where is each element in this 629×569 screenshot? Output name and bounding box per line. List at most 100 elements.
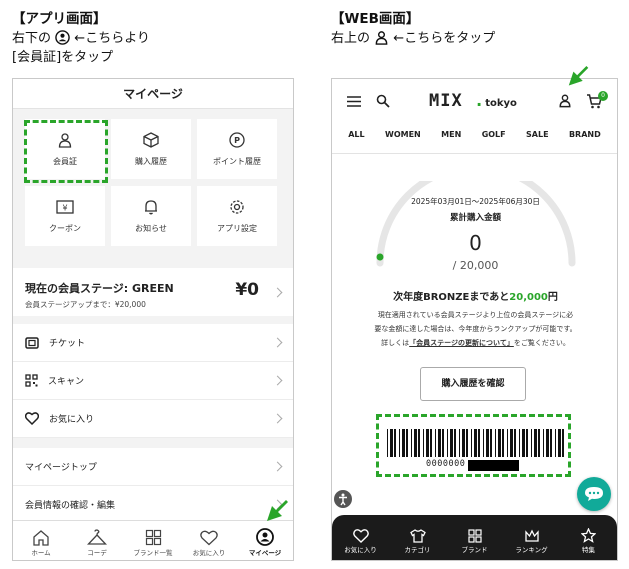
chevron-right-icon — [272, 375, 283, 386]
person-icon[interactable] — [558, 93, 572, 108]
chevron-right-icon — [272, 413, 283, 424]
chat-button[interactable] — [577, 477, 611, 511]
app-caption-post: ←こちらより — [74, 31, 150, 46]
cumulative-amount: 0 — [469, 231, 482, 255]
web-nav-ranking[interactable]: ランキング — [503, 515, 560, 560]
home-icon — [33, 530, 49, 546]
menu-list: チケット スキャン お気に入り — [13, 324, 293, 438]
web-nav-favorites[interactable]: お気に入り — [332, 515, 389, 560]
web-nav-label: ブランド — [461, 546, 488, 554]
qr-icon — [25, 374, 38, 387]
web-caption-post: ←こちらをタップ — [393, 31, 496, 46]
cumulative-label: 累計購入金額 — [449, 213, 501, 223]
tile-label: お知らせ — [135, 223, 167, 233]
chevron-right-icon — [272, 461, 283, 472]
svg-text:P: P — [234, 136, 240, 145]
chat-icon — [585, 487, 603, 501]
tile-purchase-history[interactable]: 購入履歴 — [111, 119, 191, 179]
tab-favorites[interactable]: お気に入り — [181, 521, 237, 560]
menu-item-label: 会員情報の確認・編集 — [25, 501, 116, 511]
tab-home[interactable]: ホーム — [13, 521, 69, 560]
web-nav-category[interactable]: カテゴリ — [389, 515, 446, 560]
app-caption-line2: [会員証]をタップ — [12, 50, 114, 65]
category-brand[interactable]: BRAND — [569, 130, 601, 139]
category-nav: ALL WOMEN MEN GOLF SALE BRAND — [332, 123, 617, 145]
crown-icon — [524, 529, 539, 542]
menu-item-label: マイページトップ — [25, 463, 97, 473]
stage-update-link[interactable]: 「会員ステージの更新について」 — [409, 339, 514, 347]
web-nav-feature[interactable]: 特集 — [560, 515, 617, 560]
search-icon[interactable] — [376, 94, 390, 108]
category-women[interactable]: WOMEN — [385, 130, 421, 139]
arrow-icon — [267, 500, 288, 521]
web-screen: MIX .tokyo 0 ALL WOMEN MEN GOLF SALE BRA… — [331, 78, 618, 561]
next-stage-pre: 次年度BRONZEまであと — [393, 292, 510, 303]
web-nav-label: カテゴリ — [404, 546, 431, 554]
menu-item-label: お気に入り — [49, 415, 95, 425]
category-all[interactable]: ALL — [348, 130, 364, 139]
heart-icon — [352, 529, 369, 543]
heart-icon — [200, 530, 218, 546]
heart-icon — [25, 412, 39, 425]
period-text: 2025年03月01日〜2025年06月30日 — [411, 197, 540, 206]
goal-amount: / 20,000 — [452, 259, 499, 272]
tab-coordinate[interactable]: コーデ — [69, 521, 125, 560]
progress-gauge — [376, 181, 576, 267]
logo-dot-icon: . — [462, 91, 486, 111]
menu-item-mypage-top[interactable]: マイページトップ — [13, 448, 293, 486]
tile-coupon[interactable]: ¥ クーポン — [25, 186, 105, 246]
info-pre: 詳しくは — [381, 339, 410, 347]
next-stage-post: 円 — [547, 292, 558, 303]
app-caption-head: 【アプリ画面】 — [12, 11, 107, 27]
menu-item-member-info[interactable]: 会員情報の確認・編集 — [13, 486, 293, 524]
hanger-icon — [87, 529, 107, 545]
account-icon — [55, 30, 70, 45]
divider — [332, 153, 617, 154]
web-nav-label: 特集 — [582, 546, 595, 554]
accessibility-icon[interactable] — [334, 490, 352, 508]
chevron-right-icon — [272, 337, 283, 348]
highlight-barcode — [376, 414, 571, 477]
tab-brand-list[interactable]: ブランド一覧 — [125, 521, 181, 560]
tab-label: ホーム — [31, 549, 51, 557]
cart-count-badge: 0 — [598, 91, 608, 101]
tile-label: アプリ設定 — [217, 223, 257, 233]
web-bottom-nav: お気に入り カテゴリ ブランド ランキング 特集 — [332, 515, 617, 560]
member-stage-card[interactable]: 現在の会員ステージ: GREEN 会員ステージアップまで：¥20,000 ¥0 — [13, 268, 293, 316]
tile-label: クーポン — [49, 223, 81, 233]
category-golf[interactable]: GOLF — [482, 130, 506, 139]
page-title: マイページ — [13, 79, 293, 109]
tile-notice[interactable]: お知らせ — [111, 186, 191, 246]
tab-label: お気に入り — [192, 549, 226, 557]
tile-app-settings[interactable]: アプリ設定 — [197, 186, 277, 246]
logo[interactable]: MIX .tokyo — [429, 91, 517, 111]
ticket-icon — [25, 336, 39, 349]
category-men[interactable]: MEN — [441, 130, 461, 139]
stage-amount: ¥0 — [235, 280, 259, 300]
account-icon — [256, 528, 274, 546]
gear-icon — [230, 199, 244, 214]
menu-item-ticket[interactable]: チケット — [13, 324, 293, 362]
menu-item-scan[interactable]: スキャン — [13, 362, 293, 400]
stage-info-text: 現在適用されている会員ステージより上位の会員ステージに必 要な金額に達した場合は… — [350, 308, 601, 350]
menu-item-label: チケット — [49, 339, 86, 349]
menu-icon[interactable] — [346, 95, 362, 108]
menu-item-favorites[interactable]: お気に入り — [13, 400, 293, 438]
tile-point-history[interactable]: P ポイント履歴 — [197, 119, 277, 179]
category-sale[interactable]: SALE — [526, 130, 549, 139]
info-line-3: 詳しくは「会員ステージの更新について」をご覧ください。 — [350, 336, 601, 350]
web-nav-brand[interactable]: ブランド — [446, 515, 503, 560]
bottom-tab-bar: ホーム コーデ ブランド一覧 お気に入り マイページ — [13, 520, 293, 560]
purchase-history-button[interactable]: 購入履歴を確認 — [420, 367, 526, 401]
info-line-1: 現在適用されている会員ステージより上位の会員ステージに必 — [377, 311, 574, 319]
web-caption: 【WEB画面】 右上の ←こちらをタップ — [331, 10, 495, 48]
info-line-2: 要な金額に達した場合は、今年度からランクアップが可能です。 — [374, 325, 577, 333]
logo-sub: tokyo — [485, 98, 517, 109]
app-caption: 【アプリ画面】 右下の ←こちらより [会員証]をタップ — [12, 10, 150, 67]
menu-list-2: マイページトップ 会員情報の確認・編集 — [13, 448, 293, 524]
menu-item-label: スキャン — [48, 377, 85, 387]
stage-subtitle: 会員ステージアップまで：¥20,000 — [25, 300, 146, 309]
app-caption-line1: 右下の ←こちらより — [12, 29, 150, 48]
grid-icon — [145, 529, 161, 546]
logo-main: MIX — [429, 91, 463, 111]
